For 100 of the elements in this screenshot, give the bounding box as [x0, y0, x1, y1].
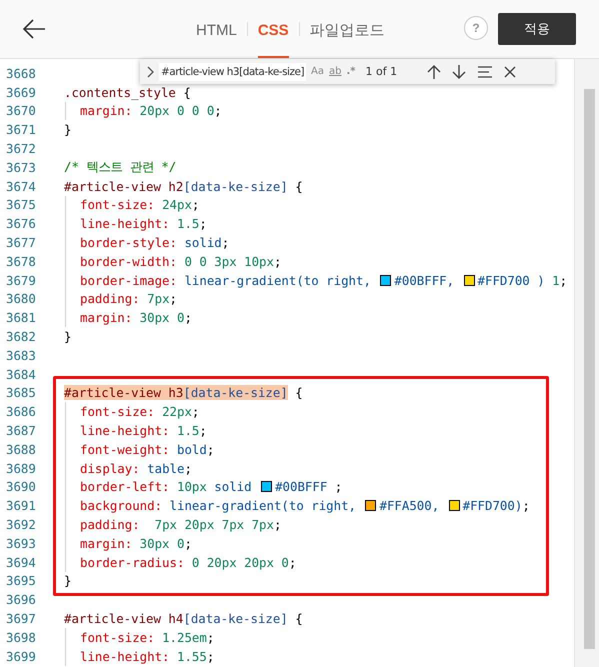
line-number: 3689: [5, 460, 37, 476]
line-number: 3674: [5, 178, 37, 194]
line-number: 3675: [5, 197, 37, 212]
help-button[interactable]: ?: [464, 16, 488, 40]
punctuation-text: ;: [334, 479, 342, 494]
match-case-toggle[interactable]: Aa: [311, 66, 324, 77]
property-text: font-size:: [80, 197, 155, 212]
attribute-text: [data-ke-size]: [183, 611, 288, 626]
punctuation-text: ;: [206, 648, 214, 664]
whole-word-toggle[interactable]: ab: [329, 66, 342, 77]
punctuation-text: }: [64, 329, 72, 344]
line-number: 3678: [5, 254, 37, 269]
value-text: 0 20px 20px 0: [190, 554, 289, 570]
value-text: 30px 0: [138, 536, 184, 551]
line-number: 3688: [5, 442, 37, 457]
line-number: 3697: [5, 611, 37, 626]
value-text: 20px 0 0 0: [138, 103, 214, 118]
tab[interactable]: 파일업로드: [310, 2, 385, 58]
chevron-right-icon[interactable]: [147, 66, 155, 78]
value-text: #00BFFF: [275, 479, 328, 494]
punctuation-text: ;: [214, 103, 222, 118]
back-arrow-icon[interactable]: [22, 19, 46, 39]
close-icon[interactable]: [504, 66, 516, 78]
punctuation-text: ;: [560, 272, 568, 288]
punctuation-text: {: [294, 385, 303, 400]
property-text: font-weight:: [80, 442, 170, 457]
value-text: bold: [176, 442, 207, 457]
tab[interactable]: HTML: [196, 2, 237, 58]
punctuation-text: {: [182, 84, 191, 100]
color-swatch[interactable]: [365, 500, 376, 512]
value-text: 1.55: [176, 648, 207, 664]
line-number: 3686: [5, 404, 37, 420]
color-swatch[interactable]: [448, 500, 460, 512]
punctuation-text: {: [294, 178, 303, 194]
punctuation-text: ;: [522, 498, 530, 514]
value-text: 7px: [146, 291, 170, 306]
value-text: 10px: [176, 479, 207, 494]
apply-button[interactable]: 적용: [498, 13, 576, 45]
value-text: 1: [552, 272, 560, 288]
property-text: display:: [80, 460, 140, 476]
color-swatch[interactable]: [464, 274, 475, 286]
line-number: 3698: [5, 630, 37, 645]
value-text: #FFD700 ): [478, 272, 546, 288]
punctuation-text: ;: [170, 291, 177, 306]
value-text: 0 0 3px 10px: [183, 254, 274, 269]
line-number: 3694: [5, 554, 37, 570]
punctuation-text: ;: [199, 216, 207, 232]
property-text: line-height:: [80, 423, 170, 438]
search-match-highlight: #article-view h3[data-ke-size]: [64, 385, 288, 400]
punctuation-text: ;: [222, 235, 230, 250]
punctuation-text: ;: [199, 423, 207, 438]
down-arrow-icon[interactable]: [452, 64, 466, 80]
punctuation-text: {: [294, 611, 303, 626]
selector-text: .contents_style: [64, 84, 176, 100]
punctuation-text: ;: [184, 460, 192, 476]
value-text: 22px: [161, 404, 192, 420]
property-text: margin:: [80, 310, 132, 326]
line-number: 3687: [5, 423, 37, 438]
line-number: 3693: [5, 536, 37, 551]
line-number: 3696: [5, 592, 37, 608]
line-number: 3682: [5, 329, 37, 344]
line-number: 3668: [5, 66, 37, 81]
color-swatch[interactable]: [261, 481, 272, 492]
line-number: 3699: [5, 648, 37, 664]
regex-toggle[interactable]: .*: [346, 66, 356, 77]
line-number: 3695: [5, 573, 37, 588]
value-text: 7px 20px 7px 7px: [154, 517, 274, 532]
value-text: solid: [183, 235, 222, 250]
match-count: 1 of 1: [366, 65, 398, 78]
property-text: margin:: [80, 536, 132, 551]
property-text: font-size:: [80, 404, 155, 420]
punctuation-text: ;: [184, 536, 192, 551]
property-text: border-style:: [80, 235, 177, 250]
attribute-text: [data-ke-size]: [183, 178, 288, 194]
selector-text: #article-view h2: [64, 178, 184, 194]
punctuation-text: ;: [192, 197, 200, 212]
value-text: #FFA500,: [379, 498, 440, 514]
property-text: padding:: [80, 291, 140, 306]
scrollbar-thumb[interactable]: [584, 89, 595, 649]
line-number: 3680: [5, 291, 37, 306]
punctuation-text: ;: [274, 254, 282, 269]
value-text: table: [146, 460, 184, 476]
up-arrow-icon[interactable]: [427, 64, 442, 80]
punctuation-text: ;: [192, 404, 200, 420]
punctuation-text: }: [64, 122, 72, 138]
line-number: 3691: [5, 498, 37, 514]
color-swatch[interactable]: [380, 274, 392, 286]
value-text: 1.5: [176, 216, 200, 232]
line-number: 3692: [5, 517, 37, 532]
value-text: 1.5: [176, 423, 200, 438]
punctuation-text: ;: [206, 630, 214, 645]
line-number: 3681: [5, 310, 37, 326]
line-number: 3684: [5, 366, 37, 382]
line-number: 3685: [5, 385, 37, 400]
line-number: 3673: [5, 160, 37, 175]
line-number: 3690: [5, 479, 37, 494]
property-text: padding:: [80, 517, 140, 532]
value-text: linear-gradient(to right,: [168, 498, 358, 514]
find-input[interactable]: #article-view h3[data-ke-size]: [159, 62, 306, 80]
lines-icon[interactable]: [477, 66, 494, 78]
